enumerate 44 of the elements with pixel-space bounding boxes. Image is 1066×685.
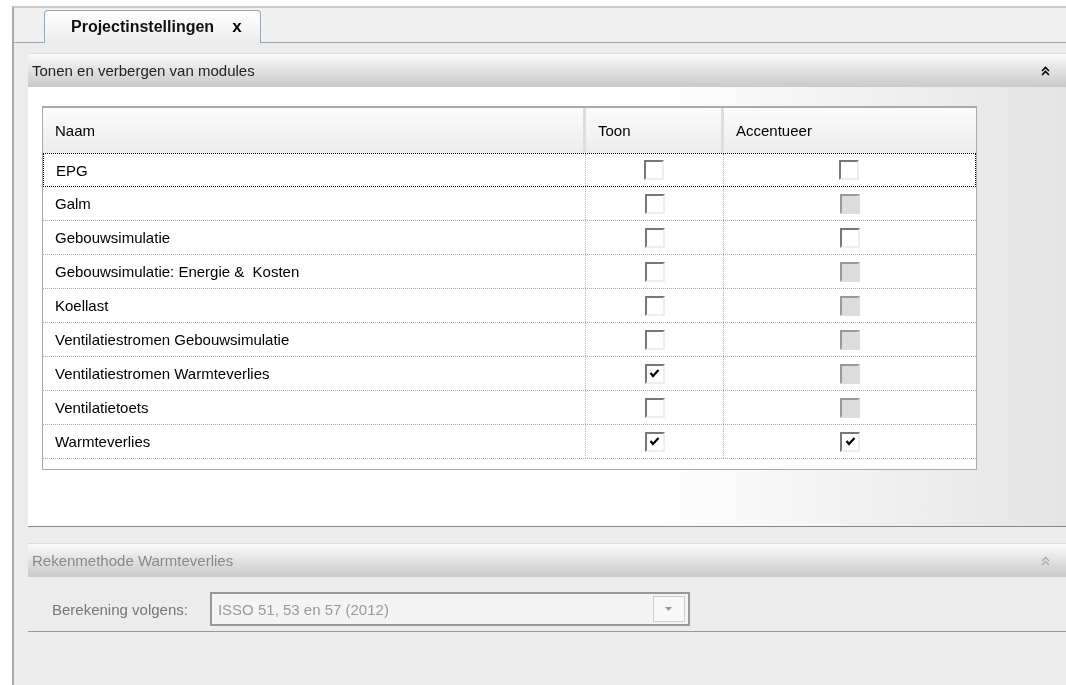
column-header[interactable]: Toon	[586, 108, 724, 153]
module-name: Ventilatiestromen Warmteverlies	[43, 357, 586, 390]
table-row[interactable]: Ventilatietoets	[43, 391, 976, 425]
module-name: Gebouwsimulatie: Energie & Kosten	[43, 255, 586, 288]
module-name: Warmteverlies	[43, 425, 586, 458]
module-name: EPG	[44, 154, 586, 186]
collapse-icon[interactable]	[1041, 65, 1050, 76]
checkbox[interactable]	[644, 261, 665, 282]
table-row[interactable]: Galm	[43, 187, 976, 221]
table-row[interactable]: Gebouwsimulatie	[43, 221, 976, 255]
module-name: Gebouwsimulatie	[43, 221, 586, 254]
checkbox[interactable]	[644, 160, 665, 180]
caret-icon	[665, 607, 673, 611]
checkbox[interactable]	[644, 329, 665, 350]
checkmark-icon	[844, 436, 856, 447]
checkbox[interactable]	[644, 227, 665, 248]
checkbox[interactable]	[644, 295, 665, 316]
table-row[interactable]: EPG	[43, 153, 976, 187]
checkbox[interactable]	[839, 160, 860, 180]
module-name: Koellast	[43, 289, 586, 322]
checkbox[interactable]	[644, 193, 665, 214]
module-name: Galm	[43, 187, 586, 220]
column-header[interactable]: Accentueer	[724, 108, 976, 153]
field-label: Berekening volgens:	[52, 600, 188, 618]
panel-title: Tonen en verbergen van modules	[32, 62, 255, 79]
panel-title: Rekenmethode Warmteverlies	[32, 552, 234, 569]
close-button[interactable]: x	[232, 17, 242, 37]
checkbox[interactable]	[644, 431, 665, 452]
module-name: Ventilatiestromen Gebouwsimulatie	[43, 323, 586, 356]
table-row[interactable]: Warmteverlies	[43, 425, 976, 459]
checkbox[interactable]	[644, 397, 665, 418]
table-row[interactable]: Ventilatiestromen Warmteverlies	[43, 357, 976, 391]
table-row[interactable]: Gebouwsimulatie: Energie & Kosten	[43, 255, 976, 289]
checkmark-icon	[649, 368, 660, 379]
table-row[interactable]: Koellast	[43, 289, 976, 323]
panel-header[interactable]: Tonen en verbergen van modules	[28, 53, 1066, 87]
module-name: Ventilatietoets	[43, 391, 586, 424]
table-row[interactable]: Ventilatiestromen Gebouwsimulatie	[43, 323, 976, 357]
column-header[interactable]: Naam	[43, 108, 586, 153]
checkbox[interactable]	[840, 227, 860, 248]
checkbox[interactable]	[644, 363, 665, 384]
checkmark-icon	[649, 436, 660, 447]
checkbox[interactable]	[840, 431, 860, 452]
tab[interactable]: Projectinstellingen x	[44, 10, 261, 43]
